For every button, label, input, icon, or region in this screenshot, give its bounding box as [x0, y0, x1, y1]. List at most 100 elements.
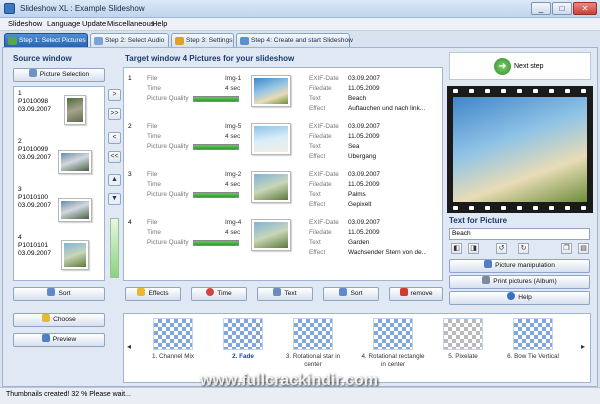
rotate-left-icon[interactable]: ↺	[496, 243, 507, 254]
effects-button[interactable]: Effects	[125, 287, 181, 301]
status-text: Thumbnails created! 32 % Please wait...	[6, 391, 131, 398]
thumbnail	[251, 219, 291, 251]
remove-all-button[interactable]: <<	[108, 151, 121, 163]
effect-bow-tie-vertical[interactable]: 6. Bow Tie Vertical	[500, 318, 566, 374]
quality-bar	[193, 192, 239, 198]
effect-rotational-star[interactable]: 3. Rotational star in center	[280, 318, 346, 374]
tab-step1[interactable]: Step 1: Select Pictures	[4, 33, 88, 47]
main-content: Source window Picture Selection 1 P10100…	[2, 47, 598, 387]
exif-value: 03.09.2007	[348, 75, 380, 82]
exif-label: EXIF-Date	[309, 171, 339, 178]
audio-icon	[94, 37, 103, 45]
time-label: Time	[147, 85, 161, 92]
item-name: P1010098	[18, 98, 49, 105]
print-pictures-button[interactable]: Print pictures (Album)	[449, 275, 590, 289]
list-item[interactable]: 3 P1010100 03.09.2007	[16, 186, 104, 234]
text-label: Text	[309, 239, 321, 246]
effect-pixelate[interactable]: 5. Pixelate	[430, 318, 496, 374]
picture-selection-button[interactable]: Picture Selection	[13, 68, 105, 82]
list-item[interactable]: 4 P1010101 03.09.2007	[16, 234, 104, 282]
tab-step2[interactable]: Step 2: Select Audio	[90, 33, 169, 47]
status-bar: Thumbnails created! 32 % Please wait...	[0, 387, 600, 404]
sort-target-button[interactable]: Sort	[323, 287, 379, 301]
file-label: File	[147, 219, 158, 226]
next-step-button[interactable]: ➜ Next step	[449, 52, 591, 80]
add-one-button[interactable]: >	[108, 89, 121, 101]
maximize-button[interactable]: □	[552, 2, 572, 15]
close-button[interactable]: ✕	[573, 2, 597, 15]
time-label: Time	[147, 181, 161, 188]
time-value: 4 sec	[225, 181, 241, 188]
paste-icon[interactable]: ▤	[578, 243, 589, 254]
effect-rotational-rectangle[interactable]: 4. Rotational rectangle in center	[360, 318, 426, 374]
effect-thumb	[223, 318, 263, 350]
effect-value: Gepixelt	[348, 201, 372, 208]
add-all-button[interactable]: >>	[108, 108, 121, 120]
remove-button[interactable]: remove	[389, 287, 443, 301]
arrow-right-icon: ➜	[494, 58, 511, 75]
help-button[interactable]: Help	[449, 291, 590, 305]
target-window-title: Target window 4 Pictures for your slides…	[125, 54, 295, 63]
text-toolbar: ◧ ◨ ↺ ↻ ❐ ▤	[451, 243, 591, 255]
filedate-label: Filedate	[309, 85, 332, 92]
effect-label: Effect	[309, 105, 326, 112]
target-list[interactable]: 1 File Img-1 Time 4 sec Picture Quality …	[123, 67, 443, 281]
next-step-label: Next step	[514, 63, 544, 70]
effect-thumb	[373, 318, 413, 350]
item-number: 1	[18, 90, 22, 97]
table-row[interactable]: 1 File Img-1 Time 4 sec Picture Quality …	[126, 71, 442, 119]
menu-slideshow[interactable]: Slideshow	[8, 19, 42, 28]
menu-help[interactable]: Help	[152, 19, 167, 28]
align-left-icon[interactable]: ◧	[451, 243, 462, 254]
time-label: Time	[147, 133, 161, 140]
effect-fade[interactable]: 2. Fade	[210, 318, 276, 374]
scroll-right-icon[interactable]: ▸	[581, 342, 585, 351]
effect-label: 6. Bow Tie Vertical	[507, 353, 559, 360]
menu-miscellaneous[interactable]: Miscellaneous	[107, 19, 155, 28]
effect-label: Effect	[309, 201, 326, 208]
table-row[interactable]: 4 File Img-4 Time 4 sec Picture Quality …	[126, 215, 442, 263]
filedate-value: 11.05.2009	[348, 85, 380, 92]
copy-icon[interactable]: ❐	[561, 243, 572, 254]
menu-update[interactable]: Update	[82, 19, 106, 28]
scroll-left-icon[interactable]: ◂	[127, 342, 131, 351]
list-item[interactable]: 2 P1010099 03.09.2007	[16, 138, 104, 186]
align-bottom-icon[interactable]: ◨	[468, 243, 479, 254]
file-label: File	[147, 75, 158, 82]
menu-language[interactable]: Language	[47, 19, 80, 28]
remove-one-button[interactable]: <	[108, 132, 121, 144]
effect-thumb	[443, 318, 483, 350]
text-button[interactable]: Text	[257, 287, 313, 301]
list-item[interactable]: 1 P1010098 03.09.2007	[16, 90, 104, 138]
table-row[interactable]: 2 File Img-5 Time 4 sec Picture Quality …	[126, 119, 442, 167]
thumbnail	[58, 150, 92, 174]
time-value: 4 sec	[225, 229, 241, 236]
tab-step3[interactable]: Step 3: Settings	[171, 33, 234, 47]
preview-button[interactable]: Preview	[13, 333, 105, 347]
item-date: 03.09.2007	[18, 250, 52, 257]
row-number: 1	[128, 75, 132, 82]
choose-button[interactable]: Choose	[13, 313, 105, 327]
sort-source-button[interactable]: Sort	[13, 287, 105, 301]
filedate-label: Filedate	[309, 133, 332, 140]
file-label: File	[147, 123, 158, 130]
table-row[interactable]: 3 File Img-2 Time 4 sec Picture Quality …	[126, 167, 442, 215]
quality-label: Picture Quality	[147, 191, 189, 198]
move-up-icon[interactable]: ▲	[108, 174, 121, 186]
source-window-title: Source window	[13, 54, 72, 63]
picture-text-input[interactable]: Beach	[449, 228, 590, 240]
minimize-button[interactable]: _	[531, 2, 551, 15]
item-number: 3	[18, 186, 22, 193]
tab-step4[interactable]: Step 4: Create and start Slideshow	[236, 33, 353, 47]
move-down-icon[interactable]: ▼	[108, 193, 121, 205]
time-button[interactable]: Time	[191, 287, 247, 301]
picture-manipulation-button[interactable]: Picture manipulation	[449, 259, 590, 273]
source-list[interactable]: 1 P1010098 03.09.2007 2 P1010099 03.09.2…	[13, 86, 105, 281]
row-number: 4	[128, 219, 132, 226]
exif-label: EXIF-Date	[309, 75, 339, 82]
effect-thumb	[153, 318, 193, 350]
effect-value: Wachsender Stern von de...	[348, 249, 426, 256]
effect-thumb	[513, 318, 553, 350]
effect-channel-mix[interactable]: 1. Channel Mix	[140, 318, 206, 374]
rotate-right-icon[interactable]: ↻	[518, 243, 529, 254]
